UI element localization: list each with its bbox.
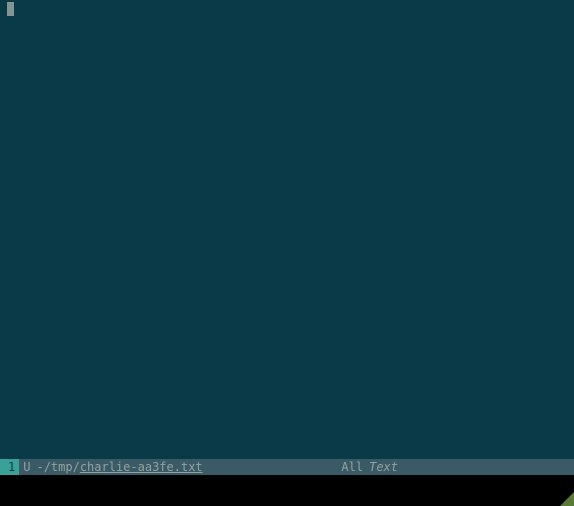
line-number-indicator: 1 <box>0 459 19 475</box>
command-line[interactable] <box>0 475 574 506</box>
editor-buffer[interactable] <box>0 0 574 459</box>
file-path: -/tmp/charlie-aa3fe.txt <box>34 459 202 475</box>
text-cursor <box>7 2 14 16</box>
file-mode: Text <box>369 459 404 475</box>
path-prefix: -/tmp/ <box>36 459 79 475</box>
resize-handle-icon[interactable] <box>560 492 574 506</box>
filename: charlie-aa3fe.txt <box>80 459 203 475</box>
scroll-position: All <box>341 459 369 475</box>
statusline: 1 U -/tmp/charlie-aa3fe.txt All Text <box>0 459 574 475</box>
modified-flag: U <box>19 459 34 475</box>
